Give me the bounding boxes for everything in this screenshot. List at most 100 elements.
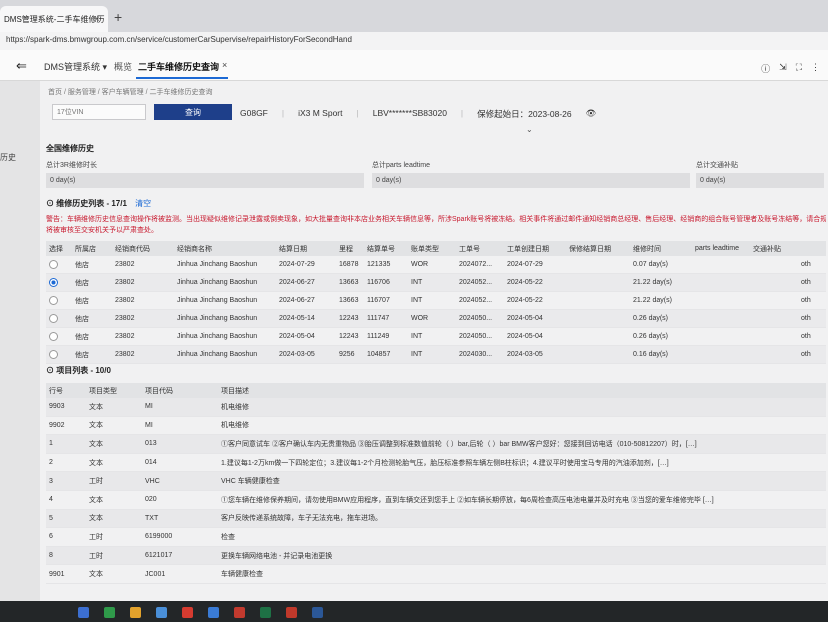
list-item[interactable]: 9903 文本 MI 机电维修 [46, 398, 826, 417]
table-cell: 2024-05-04 [504, 309, 566, 328]
table-cell: 111747 [364, 309, 408, 328]
word-icon[interactable] [312, 607, 323, 618]
table-cell: oth [798, 291, 826, 310]
table-cell: 他店 [72, 256, 112, 274]
list-item[interactable]: 9902 文本 MI 机电维修 [46, 416, 826, 436]
table-cell: 2024050... [456, 327, 504, 346]
table-row[interactable]: 他店 23802 Jinhua Jinchang Baoshun 2024-06-27… [46, 291, 826, 310]
table-row[interactable]: 他店 23802 Jinhua Jinchang Baoshun 2024-05-04… [46, 327, 826, 346]
tab-overview[interactable]: 概览 [114, 60, 132, 73]
row-select-cell [46, 256, 72, 274]
eye-icon[interactable]: 👁 [586, 108, 597, 120]
table-cell: 23802 [112, 291, 174, 310]
row-radio[interactable] [49, 332, 58, 341]
table-row[interactable]: 他店 23802 Jinhua Jinchang Baoshun 2024-06-27… [46, 273, 826, 292]
windows-icon[interactable] [78, 607, 89, 618]
table-cell: oth [798, 256, 826, 274]
row-radio[interactable] [49, 278, 58, 287]
chevron-down-icon[interactable]: ⌄ [526, 125, 533, 134]
table-cell [750, 327, 798, 346]
table-cell: 文本 [86, 434, 142, 454]
tab-repair-history[interactable]: 二手车维修历史查询 [138, 60, 219, 73]
query-button[interactable]: 查询 [154, 104, 232, 120]
vin-input[interactable] [52, 104, 146, 120]
history-header-row: 选择 所属店 经销商代码 经销商名称 结算日期 里程 结算单号 账单类型 工单号… [46, 241, 826, 256]
sidebar-item-history[interactable]: 历史 [0, 152, 16, 163]
new-tab-button[interactable]: + [114, 9, 122, 25]
table-cell: 1.建议每1-2万km做一下四轮定位；3.建议每1-2个月检测轮胎气压，胎压标准… [218, 453, 826, 473]
url-text[interactable]: https://spark-dms.bmwgroup.com.cn/servic… [6, 35, 352, 44]
browser-tab-title: DMS管理系统-二手车维修历 [4, 14, 105, 24]
close-icon[interactable]: × [222, 60, 227, 70]
row-radio[interactable] [49, 314, 58, 323]
table-cell: 2024052... [456, 273, 504, 292]
table-cell: 16878 [336, 256, 364, 274]
menu-collapse-icon[interactable]: ⇐ [16, 58, 27, 74]
table-cell: 2024030... [456, 345, 504, 364]
table-cell: WOR [408, 309, 456, 328]
list-item[interactable]: 6 工时 6199000 检查 [46, 527, 826, 547]
table-cell: INT [408, 273, 456, 292]
table-cell: 2024-06-27 [276, 273, 336, 292]
table-cell: 2024052... [456, 291, 504, 310]
table-cell: INT [408, 291, 456, 310]
table-cell [692, 309, 750, 328]
row-select-cell [46, 291, 72, 310]
table-cell: 检查 [218, 527, 826, 547]
table-cell [692, 273, 750, 292]
table-row[interactable]: 他店 23802 Jinhua Jinchang Baoshun 2024-03-05… [46, 345, 826, 364]
table-cell: 116706 [364, 273, 408, 292]
table-cell: 111249 [364, 327, 408, 346]
pdf-icon[interactable] [286, 607, 297, 618]
stat-value-parts: 0 day(s) [372, 173, 690, 188]
warning-text: 警告：车辆维修历史信息查询操作将被监测。当出现疑似维修记录泄露或倒卖现象，如大批… [46, 216, 826, 234]
table-cell: 文本 [86, 490, 142, 510]
vehicle-info: G08GF | iX3 M Sport | LBV*******SB83020 … [240, 108, 597, 120]
table-row[interactable]: 他店 23802 Jinhua Jinchang Baoshun 2024-07-29… [46, 256, 826, 274]
export-icon[interactable]: ⇲ [779, 62, 787, 75]
table-row[interactable]: 他店 23802 Jinhua Jinchang Baoshun 2024-05-14… [46, 309, 826, 328]
table-cell [566, 291, 630, 310]
app-title[interactable]: DMS管理系统 ▾ [44, 60, 107, 73]
address-bar[interactable]: https://spark-dms.bmwgroup.com.cn/servic… [0, 32, 828, 51]
app-icon[interactable] [234, 607, 245, 618]
table-cell: VHC [142, 471, 218, 491]
list-item[interactable]: 5 文本 TXT 客户反映传递系统故障，车子无法充电，拖车进场。 [46, 509, 826, 529]
history-table: 选择 所属店 经销商代码 经销商名称 结算日期 里程 结算单号 账单类型 工单号… [46, 241, 826, 364]
items-title: ⊙ 项目列表 - 10/0 [46, 366, 111, 375]
browser-tab[interactable]: DMS管理系统-二手车维修历 [0, 6, 108, 32]
excel-icon[interactable] [260, 607, 271, 618]
info-icon[interactable]: ⓘ [761, 62, 770, 75]
table-cell: JC001 [142, 564, 218, 584]
table-cell: 014 [142, 453, 218, 473]
more-icon[interactable]: ⋮ [811, 62, 820, 75]
list-item[interactable]: 4 文本 020 ①您车辆在维修保养期间，请勿使用BMW应用程序，直到车辆交还到您手上… [46, 490, 826, 510]
table-cell: Jinhua Jinchang Baoshun [174, 291, 276, 310]
folder-icon[interactable] [130, 607, 141, 618]
list-item[interactable]: 9901 文本 JC001 车辆健康检查 [46, 564, 826, 584]
app-icon[interactable] [104, 607, 115, 618]
table-cell: 文本 [86, 398, 142, 417]
warranty-start: 保修起始日：2023-08-26 [477, 109, 572, 119]
row-radio[interactable] [49, 296, 58, 305]
table-cell: 9902 [46, 416, 86, 436]
fullscreen-icon[interactable]: ⛶ [796, 62, 802, 75]
app-icon[interactable] [208, 607, 219, 618]
app-icon[interactable] [182, 607, 193, 618]
list-item[interactable]: 8 工时 6121017 更换车辆网络电池 - 并记录电池更换 [46, 546, 826, 566]
table-cell: 12243 [336, 309, 364, 328]
row-radio[interactable] [49, 350, 58, 359]
list-item[interactable]: 1 文本 013 ①客户同意试车 ②客户确认车内无贵重物品 ③胎压调整到标准数值前轮（… [46, 434, 826, 454]
table-cell [692, 291, 750, 310]
table-cell: 13663 [336, 291, 364, 310]
close-icon[interactable]: × [94, 14, 100, 25]
browser-icon[interactable] [156, 607, 167, 618]
table-cell [566, 345, 630, 364]
row-radio[interactable] [49, 260, 58, 269]
table-cell: 013 [142, 434, 218, 454]
app-header: ⇐ DMS管理系统 ▾ 概览 二手车维修历史查询 × ⓘ ⇲ ⛶ ⋮ [0, 50, 828, 81]
list-item[interactable]: 3 工时 VHC VHC 车辆健康检查 [46, 471, 826, 491]
table-cell: Jinhua Jinchang Baoshun [174, 273, 276, 292]
clear-button[interactable]: 清空 [135, 199, 151, 208]
list-item[interactable]: 2 文本 014 1.建议每1-2万km做一下四轮定位；3.建议每1-2个月检测轮胎气… [46, 453, 826, 473]
